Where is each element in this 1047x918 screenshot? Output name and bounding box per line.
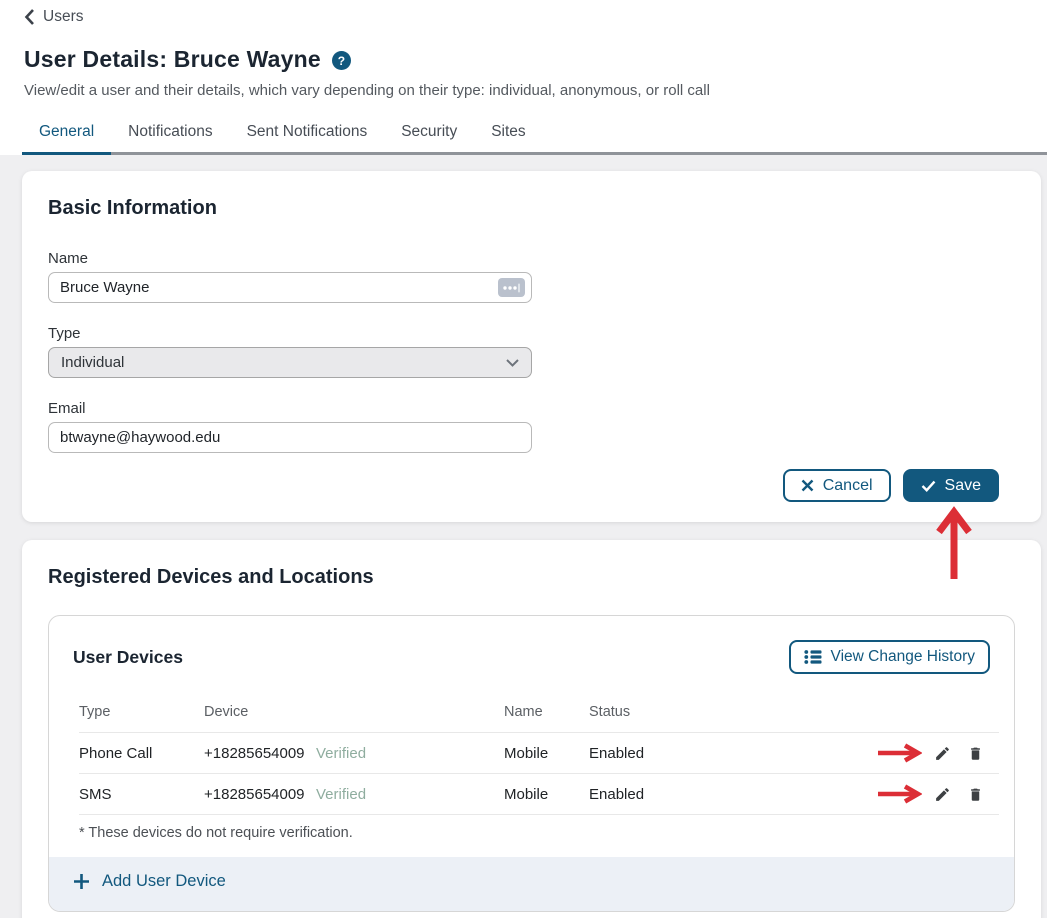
device-verification: Verified — [316, 745, 366, 762]
help-icon[interactable]: ? — [332, 51, 351, 70]
tab-sent-notifications[interactable]: Sent Notifications — [230, 123, 385, 152]
tab-sites[interactable]: Sites — [474, 123, 542, 152]
name-label: Name — [48, 250, 532, 267]
add-user-device-button[interactable]: Add User Device — [73, 872, 226, 891]
back-link-label: Users — [43, 8, 83, 26]
col-status: Status — [589, 704, 849, 720]
email-label: Email — [48, 400, 532, 417]
save-button-label: Save — [945, 477, 981, 495]
email-input[interactable] — [48, 422, 532, 453]
pencil-icon — [934, 745, 951, 762]
chevron-down-icon — [506, 359, 519, 367]
device-number: +18285654009 — [204, 745, 316, 762]
add-user-device-label: Add User Device — [102, 872, 226, 891]
user-devices-title: User Devices — [73, 647, 183, 668]
cancel-button-label: Cancel — [823, 477, 873, 495]
name-input-ellipsis-button[interactable] — [498, 278, 525, 297]
annotation-arrow-right — [876, 784, 922, 804]
chevron-left-icon — [24, 9, 35, 25]
devices-footnote: * These devices do not require verificat… — [79, 814, 999, 857]
device-name: Mobile — [504, 786, 589, 803]
tab-security[interactable]: Security — [384, 123, 474, 152]
name-input[interactable] — [48, 272, 532, 303]
devices-table-header: Type Device Name Status — [79, 698, 999, 732]
back-link-users[interactable]: Users — [24, 8, 83, 26]
device-status: Enabled — [589, 786, 849, 803]
device-number: +18285654009 — [204, 786, 316, 803]
pencil-icon — [934, 786, 951, 803]
tab-strip: General Notifications Sent Notifications… — [22, 123, 1047, 155]
device-row-sms: SMS +18285654009Verified Mobile Enabled — [79, 773, 999, 814]
page-subtitle: View/edit a user and their details, whic… — [24, 82, 1047, 99]
device-verification: Verified — [316, 786, 366, 803]
device-row-phone-call: Phone Call +18285654009Verified Mobile E… — [79, 732, 999, 773]
view-change-history-button[interactable]: View Change History — [789, 640, 990, 674]
x-icon — [801, 479, 814, 492]
tab-general[interactable]: General — [22, 123, 111, 152]
plus-icon — [73, 873, 90, 890]
tab-notifications[interactable]: Notifications — [111, 123, 229, 152]
delete-device-button[interactable] — [968, 745, 983, 762]
view-change-history-label: View Change History — [831, 648, 975, 666]
ellipsis-cursor-icon — [502, 282, 521, 294]
save-button[interactable]: Save — [903, 469, 999, 502]
cancel-button[interactable]: Cancel — [783, 469, 891, 502]
content-area: Basic Information Name Type Individual — [0, 155, 1047, 918]
page-title: User Details: Bruce Wayne — [24, 46, 321, 73]
edit-device-button[interactable] — [934, 786, 951, 803]
check-icon — [921, 480, 936, 492]
trash-icon — [968, 786, 983, 803]
user-devices-panel: User Devices View Change History Type De… — [48, 615, 1015, 912]
col-type: Type — [79, 704, 204, 720]
basic-information-card: Basic Information Name Type Individual — [22, 171, 1041, 522]
device-status: Enabled — [589, 745, 849, 762]
type-label: Type — [48, 325, 532, 342]
col-device: Device — [204, 704, 504, 720]
delete-device-button[interactable] — [968, 786, 983, 803]
edit-device-button[interactable] — [934, 745, 951, 762]
registered-devices-heading: Registered Devices and Locations — [48, 566, 1015, 589]
col-name: Name — [504, 704, 589, 720]
add-device-bar: Add User Device — [49, 857, 1014, 911]
device-type: SMS — [79, 786, 204, 803]
registered-devices-card: Registered Devices and Locations User De… — [22, 540, 1041, 918]
trash-icon — [968, 745, 983, 762]
devices-table: Type Device Name Status Phone Call +1828… — [79, 698, 999, 814]
type-select-value: Individual — [61, 354, 124, 371]
annotation-arrow-right — [876, 743, 922, 763]
device-name: Mobile — [504, 745, 589, 762]
page-header: Users User Details: Bruce Wayne ? View/e… — [0, 0, 1047, 155]
type-select[interactable]: Individual — [48, 347, 532, 378]
list-icon — [804, 649, 822, 665]
device-type: Phone Call — [79, 745, 204, 762]
basic-information-heading: Basic Information — [48, 197, 1015, 220]
